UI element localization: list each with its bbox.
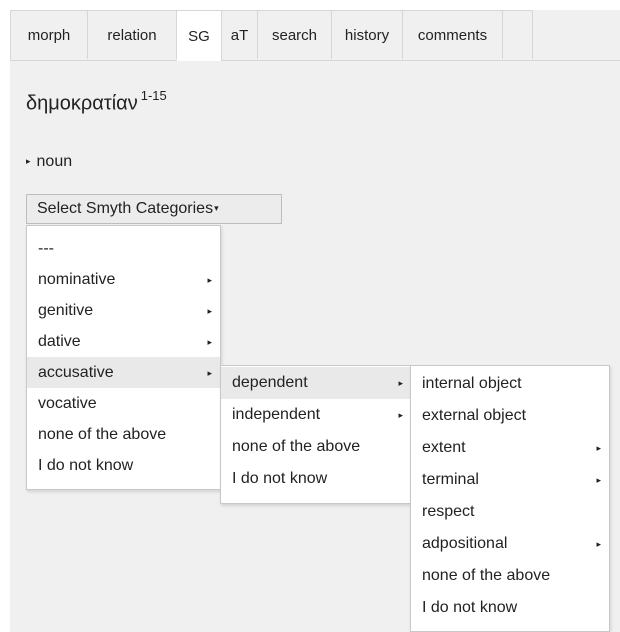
menu-item-i-do-not-know[interactable]: I do not know bbox=[411, 592, 609, 624]
menu-item-label: terminal bbox=[422, 471, 479, 488]
submenu-arrow-icon: ▸ bbox=[207, 368, 212, 378]
lemma-word: δημοκρατίαν bbox=[26, 92, 138, 115]
case-menu: --- nominative ▸ genitive ▸ dative ▸ accusa… bbox=[26, 225, 221, 490]
lemma-heading: δημοκρατίαν 1-15 bbox=[26, 88, 167, 116]
menu-item-label: genitive bbox=[38, 301, 94, 319]
menu-item-label: I do not know bbox=[422, 599, 518, 616]
submenu-arrow-icon: ▸ bbox=[596, 443, 601, 453]
menu-item-label: adpositional bbox=[422, 535, 508, 552]
tab-search[interactable]: search bbox=[258, 10, 332, 59]
menu-item-label: respect bbox=[422, 503, 475, 520]
menu-item-label: accusative bbox=[38, 363, 114, 381]
tab-spacer bbox=[503, 10, 533, 59]
submenu-arrow-icon: ▸ bbox=[596, 475, 601, 485]
tab-bar: morph relation SG aT search history comm… bbox=[10, 10, 620, 61]
menu-item-i-do-not-know[interactable]: I do not know bbox=[27, 450, 220, 481]
menu-item-none[interactable]: --- bbox=[27, 233, 220, 264]
tab-sg[interactable]: SG bbox=[177, 10, 222, 61]
menu-item-respect[interactable]: respect bbox=[411, 496, 609, 528]
menu-item-label: external object bbox=[422, 407, 527, 424]
menu-item-nominative[interactable]: nominative ▸ bbox=[27, 264, 220, 295]
dependent-submenu: internal object external object extent ▸ … bbox=[410, 365, 610, 632]
menu-item-accusative[interactable]: accusative ▸ bbox=[27, 357, 220, 388]
tab-comments[interactable]: comments bbox=[403, 10, 503, 59]
menu-item-label: dative bbox=[38, 332, 81, 350]
lemma-range: 1-15 bbox=[140, 88, 167, 103]
menu-item-genitive[interactable]: genitive ▸ bbox=[27, 295, 220, 326]
menu-item-label: independent bbox=[232, 406, 321, 423]
menu-item-label: extent bbox=[422, 439, 466, 456]
tab-relation[interactable]: relation bbox=[88, 10, 177, 59]
menu-item-none-of-the-above[interactable]: none of the above bbox=[221, 431, 411, 463]
menu-item-i-do-not-know[interactable]: I do not know bbox=[221, 463, 411, 495]
submenu-arrow-icon: ▸ bbox=[207, 275, 212, 285]
menu-item-dependent[interactable]: dependent ▸ bbox=[221, 367, 411, 399]
accusative-submenu: dependent ▸ independent ▸ none of the abov… bbox=[220, 365, 412, 504]
menu-item-terminal[interactable]: terminal ▸ bbox=[411, 464, 609, 496]
menu-item-label: dependent bbox=[232, 374, 308, 391]
menu-item-adpositional[interactable]: adpositional ▸ bbox=[411, 528, 609, 560]
menu-item-label: none of the above bbox=[422, 567, 551, 584]
menu-item-label: nominative bbox=[38, 270, 116, 288]
tab-morph[interactable]: morph bbox=[10, 10, 88, 59]
submenu-arrow-icon: ▸ bbox=[207, 306, 212, 316]
menu-item-external-object[interactable]: external object bbox=[411, 400, 609, 432]
pos-label: noun bbox=[36, 153, 73, 170]
menu-item-label: internal object bbox=[422, 375, 522, 392]
menu-item-label: none of the above bbox=[232, 438, 361, 455]
caret-down-icon: ▾ bbox=[214, 202, 219, 213]
menu-item-label: I do not know bbox=[232, 470, 328, 487]
submenu-arrow-icon: ▸ bbox=[207, 337, 212, 347]
menu-item-none-of-the-above[interactable]: none of the above bbox=[411, 560, 609, 592]
menu-item-label: --- bbox=[38, 239, 54, 257]
menu-item-extent[interactable]: extent ▸ bbox=[411, 432, 609, 464]
select-button-label: Select Smyth Categories bbox=[37, 200, 214, 217]
part-of-speech-toggle[interactable]: ▸ noun bbox=[26, 153, 72, 171]
menu-item-label: I do not know bbox=[38, 456, 134, 474]
submenu-arrow-icon: ▸ bbox=[398, 410, 403, 420]
menu-item-vocative[interactable]: vocative bbox=[27, 388, 220, 419]
tab-at[interactable]: aT bbox=[222, 10, 258, 59]
select-smyth-categories-button[interactable]: Select Smyth Categories ▾ bbox=[26, 194, 282, 224]
menu-item-dative[interactable]: dative ▸ bbox=[27, 326, 220, 357]
menu-item-none-of-the-above[interactable]: none of the above bbox=[27, 419, 220, 450]
submenu-arrow-icon: ▸ bbox=[596, 539, 601, 549]
expand-triangle-icon: ▸ bbox=[26, 155, 31, 166]
menu-item-internal-object[interactable]: internal object bbox=[411, 368, 609, 400]
menu-item-label: vocative bbox=[38, 394, 97, 412]
tab-history[interactable]: history bbox=[332, 10, 403, 59]
submenu-arrow-icon: ▸ bbox=[398, 378, 403, 388]
menu-item-label: none of the above bbox=[38, 425, 167, 443]
menu-item-independent[interactable]: independent ▸ bbox=[221, 399, 411, 431]
